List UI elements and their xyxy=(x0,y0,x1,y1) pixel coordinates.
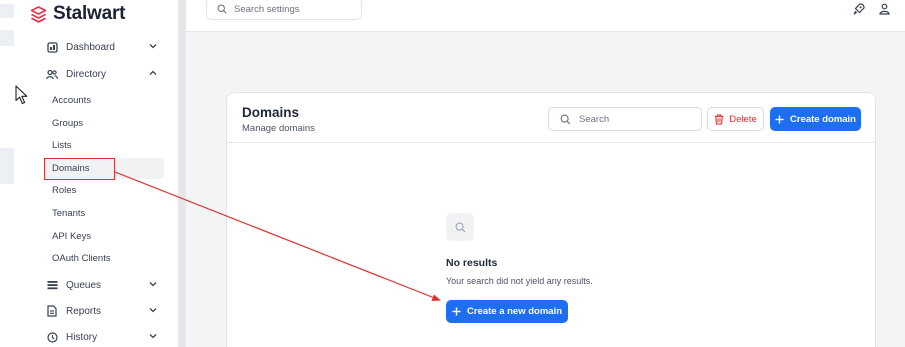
app-logo[interactable]: Stalwart xyxy=(30,3,126,25)
gutter-bar xyxy=(0,4,14,18)
sidebar-item-dashboard[interactable]: Dashboard xyxy=(46,37,162,57)
annotation-highlight-box xyxy=(44,158,115,180)
mouse-cursor-icon xyxy=(15,85,28,105)
sidebar-item-queues[interactable]: Queues xyxy=(46,275,162,295)
search-icon xyxy=(560,114,571,124)
create-domain-button[interactable]: Create domain xyxy=(770,107,861,131)
card-header: Domains Manage domains Search Delete Cre… xyxy=(227,93,875,143)
delete-button-label: Delete xyxy=(729,113,757,125)
rocket-icon[interactable] xyxy=(852,2,866,16)
gutter-bar xyxy=(0,148,14,184)
sidebar-item-tenants[interactable]: Tenants xyxy=(44,203,164,224)
chevron-down-icon xyxy=(149,308,157,313)
topbar: Search settings xyxy=(186,0,905,32)
chevron-down-icon xyxy=(149,282,157,287)
page-title: Domains xyxy=(242,105,300,120)
sidebar-item-label: Directory xyxy=(66,68,107,80)
search-placeholder: Search settings xyxy=(234,3,300,15)
sidebar-item-accounts[interactable]: Accounts xyxy=(44,90,164,111)
delete-button[interactable]: Delete xyxy=(707,107,764,131)
page-subtitle: Manage domains xyxy=(242,123,315,134)
sidebar-item-label: Queues xyxy=(66,279,102,291)
sidebar-item-groups[interactable]: Groups xyxy=(44,113,164,134)
stalwart-logo-icon xyxy=(30,5,47,23)
user-icon[interactable] xyxy=(877,2,891,16)
window-gutter xyxy=(0,0,14,347)
sidebar-item-lists[interactable]: Lists xyxy=(44,135,164,156)
sidebar-item-api-keys[interactable]: API Keys xyxy=(44,226,164,247)
search-icon xyxy=(217,4,227,14)
app-name: Stalwart xyxy=(53,3,126,24)
settings-search-input[interactable]: Search settings xyxy=(206,0,362,20)
chevron-up-icon xyxy=(149,70,157,75)
gutter-bar xyxy=(0,30,14,46)
search-placeholder: Search xyxy=(579,113,610,125)
chevron-down-icon xyxy=(149,334,157,339)
create-domain-label: Create domain xyxy=(790,113,856,125)
users-icon xyxy=(46,68,58,80)
sidebar-item-label: History xyxy=(66,331,98,343)
sidebar-divider[interactable] xyxy=(178,0,186,347)
sidebar-item-history[interactable]: History xyxy=(46,327,162,347)
clock-icon xyxy=(46,331,58,343)
queue-icon xyxy=(46,279,58,291)
sidebar-item-reports[interactable]: Reports xyxy=(46,301,162,321)
plus-icon xyxy=(775,115,784,123)
create-new-domain-label: Create a new domain xyxy=(466,306,563,317)
dashboard-icon xyxy=(46,41,58,53)
sidebar-item-directory[interactable]: Directory xyxy=(46,64,162,84)
empty-state-title: No results xyxy=(446,257,498,269)
sidebar-item-label: Reports xyxy=(66,305,102,317)
report-icon xyxy=(46,305,58,317)
chevron-down-icon xyxy=(149,44,157,49)
plus-icon xyxy=(452,307,461,316)
trash-icon xyxy=(715,113,724,125)
create-new-domain-button[interactable]: Create a new domain xyxy=(446,300,568,323)
empty-state-text: Your search did not yield any results. xyxy=(446,276,593,286)
sidebar-item-oauth-clients[interactable]: OAuth Clients xyxy=(44,248,164,269)
domains-card: Domains Manage domains Search Delete Cre… xyxy=(226,92,876,347)
empty-search-icon xyxy=(446,213,474,241)
sidebar-item-roles[interactable]: Roles xyxy=(44,180,164,201)
domain-search-input[interactable]: Search xyxy=(548,107,702,131)
sidebar-item-label: Dashboard xyxy=(66,41,115,53)
